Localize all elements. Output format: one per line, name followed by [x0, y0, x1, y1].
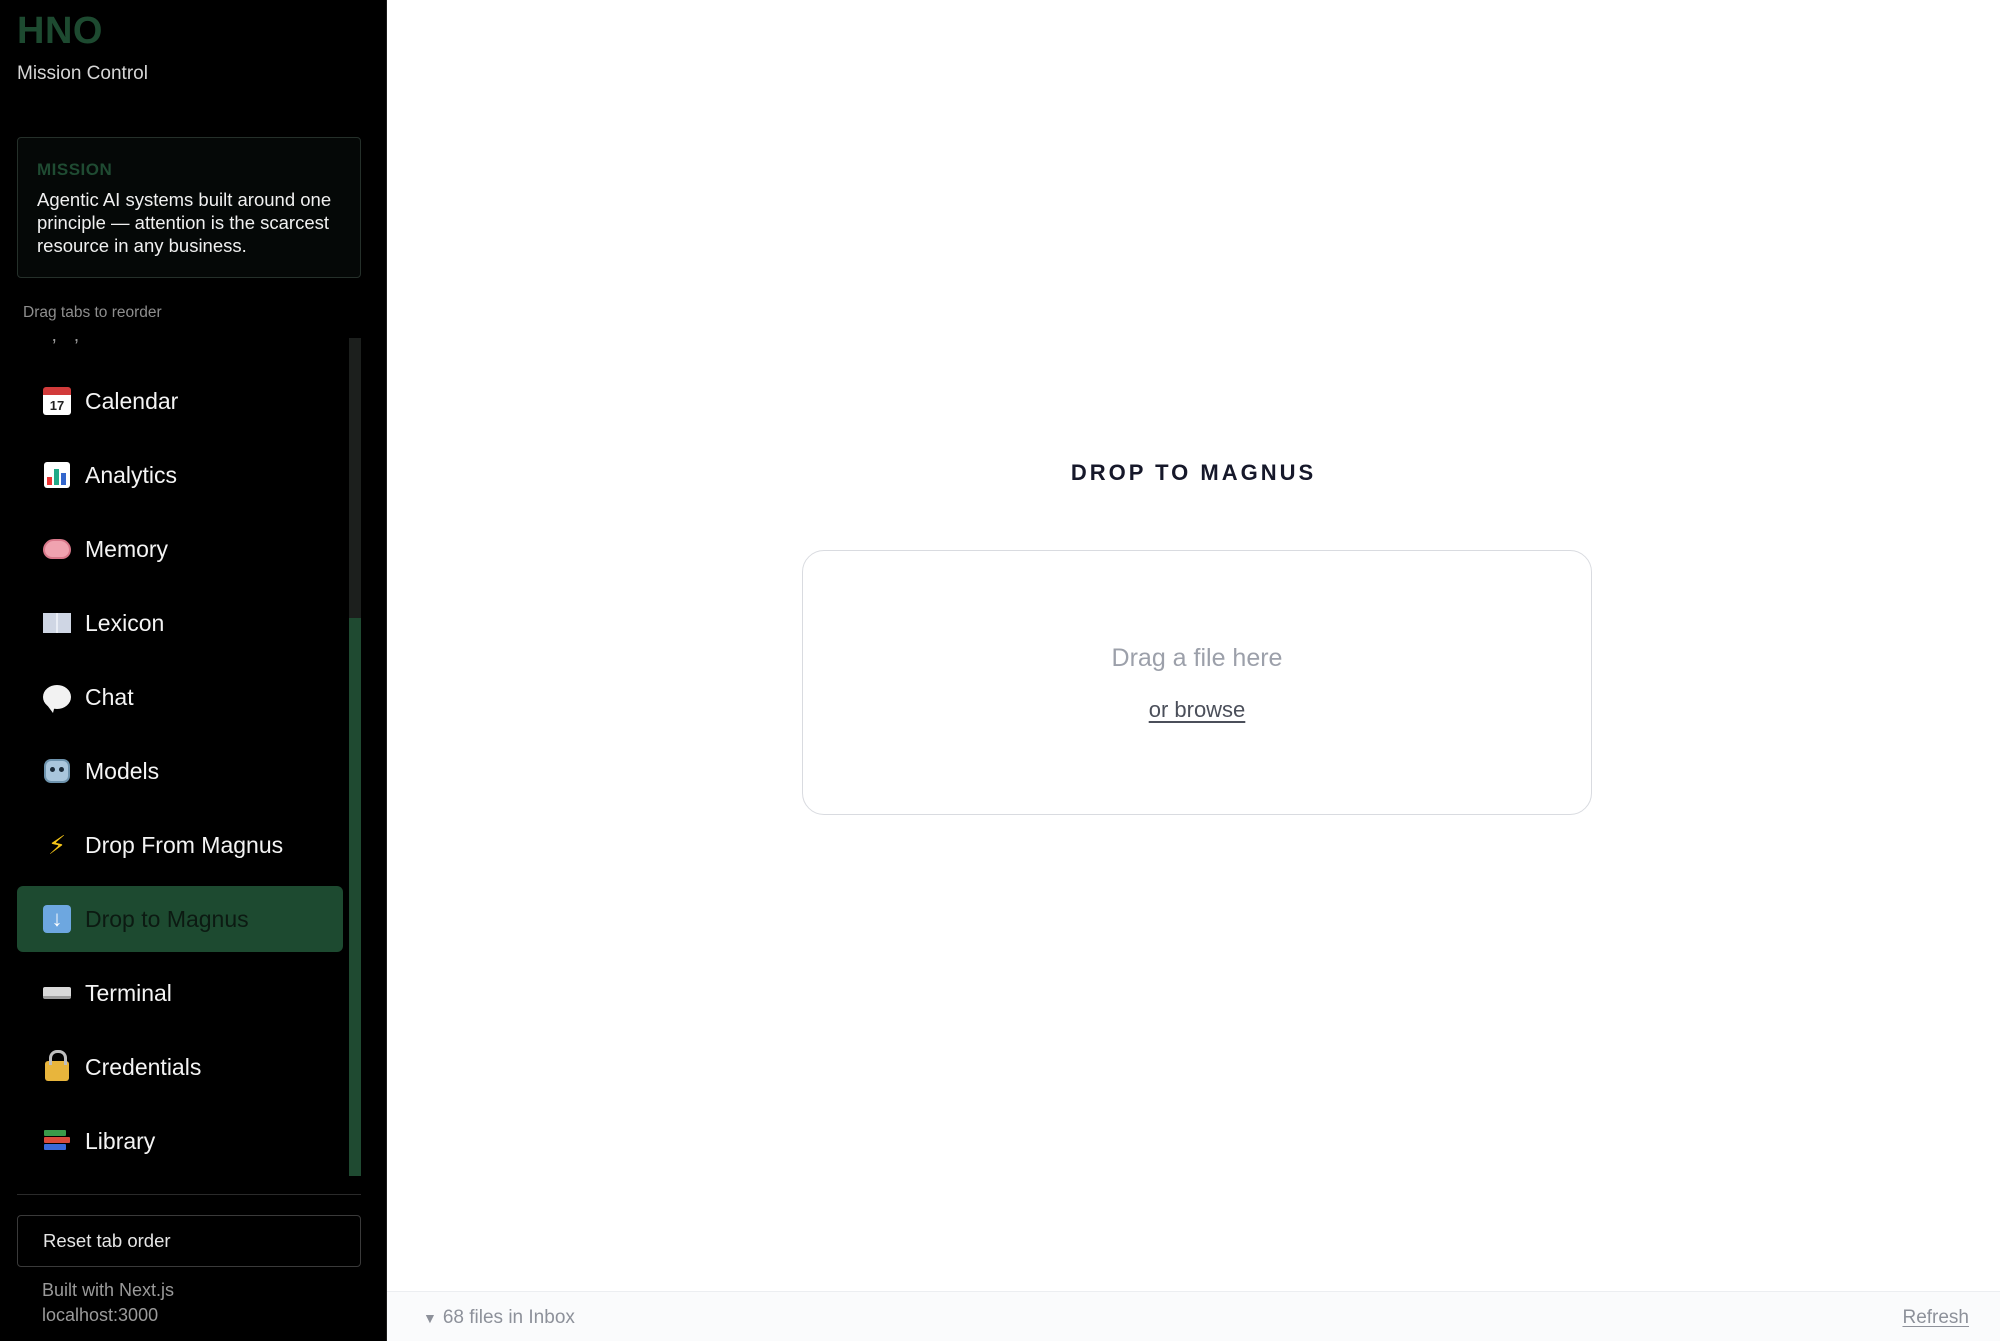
built-with-label: Built with Next.js — [42, 1280, 175, 1300]
page-title: DROP TO MAGNUS — [1070, 460, 1317, 485]
sidebar-scrollbar-thumb[interactable] — [349, 338, 361, 618]
speech-bubble-icon — [37, 685, 77, 713]
tab-label: Analytics — [85, 461, 178, 488]
sidebar: HNO Mission Control MISSION Agentic AI s… — [0, 0, 387, 1341]
drag-hint: Drag tabs to reorder — [23, 304, 162, 321]
calendar-icon: 17 — [37, 387, 77, 415]
tab-models[interactable]: Models — [17, 738, 343, 804]
reset-tab-order-button[interactable]: Reset tab order — [17, 1215, 361, 1267]
brand-title: HNO — [17, 10, 103, 52]
browse-link[interactable]: or browse — [803, 697, 1591, 723]
refresh-link[interactable]: Refresh — [1902, 1307, 1969, 1329]
inbox-files-toggle[interactable]: ▼ 68 files in Inbox — [423, 1307, 575, 1329]
tab-label: Memory — [85, 535, 169, 562]
sidebar-scrollbar[interactable] — [349, 338, 361, 1176]
tab-calendar[interactable]: 17 Calendar — [17, 368, 343, 434]
robot-icon — [37, 759, 77, 783]
mission-label: MISSION — [37, 160, 113, 179]
dropzone-hint: Drag a file here — [1111, 644, 1283, 672]
host-label: localhost:3000 — [42, 1305, 159, 1325]
tab-drop-from-magnus[interactable]: ⚡ Drop From Magnus — [17, 812, 343, 878]
tab-terminal[interactable]: Terminal — [17, 960, 343, 1026]
tab-lexicon[interactable]: Lexicon — [17, 590, 343, 656]
tab-label: Drop From Magnus — [85, 831, 284, 858]
inbox-files-count: 68 files in Inbox — [442, 1307, 575, 1328]
mission-text: Agentic AI systems built around one prin… — [37, 189, 332, 256]
sidebar-divider — [17, 1194, 361, 1195]
tab-library[interactable]: Library — [17, 1108, 343, 1174]
locked-with-key-icon — [37, 1050, 77, 1081]
tab-chat[interactable]: Chat — [17, 664, 343, 730]
brand-subtitle: Mission Control — [17, 63, 148, 84]
brain-icon — [37, 539, 77, 559]
bar-chart-icon — [37, 462, 77, 488]
tab-list: ‚ · ‚ 17 Calendar Analytics Memory Lexic… — [0, 338, 362, 1176]
tab-label: Library — [85, 1127, 156, 1154]
down-arrow-icon: ↓ — [37, 905, 77, 933]
keyboard-icon — [37, 987, 77, 999]
file-dropzone[interactable]: Drag a file here or browse — [802, 550, 1592, 815]
tab-label: Credentials — [85, 1053, 202, 1080]
app-root: HNO Mission Control MISSION Agentic AI s… — [0, 0, 2000, 1341]
tab-label: Drop to Magnus — [85, 905, 249, 932]
main-content: DROP TO MAGNUS Drag a file here or brows… — [387, 0, 2000, 1341]
caret-down-icon: ▼ — [423, 1310, 437, 1326]
tab-drop-to-magnus[interactable]: ↓ Drop to Magnus — [17, 886, 343, 952]
tab-analytics[interactable]: Analytics — [17, 442, 343, 508]
tab-label: Chat — [85, 683, 134, 710]
tab-label: Calendar — [85, 387, 179, 414]
mission-card: MISSION Agentic AI systems built around … — [17, 137, 361, 278]
tab-label: Models — [85, 757, 160, 784]
tab-label: Lexicon — [85, 609, 165, 636]
books-icon — [37, 1130, 77, 1152]
open-book-icon — [37, 613, 77, 633]
tab-label: Terminal — [85, 979, 172, 1006]
lightning-icon: ⚡ — [47, 830, 67, 860]
tab-list-scrolled-edge: ‚ · ‚ — [52, 338, 79, 347]
tab-memory[interactable]: Memory — [17, 516, 343, 582]
tab-credentials[interactable]: Credentials — [17, 1034, 343, 1100]
status-bar: ▼ 68 files in Inbox Refresh — [387, 1291, 2000, 1341]
